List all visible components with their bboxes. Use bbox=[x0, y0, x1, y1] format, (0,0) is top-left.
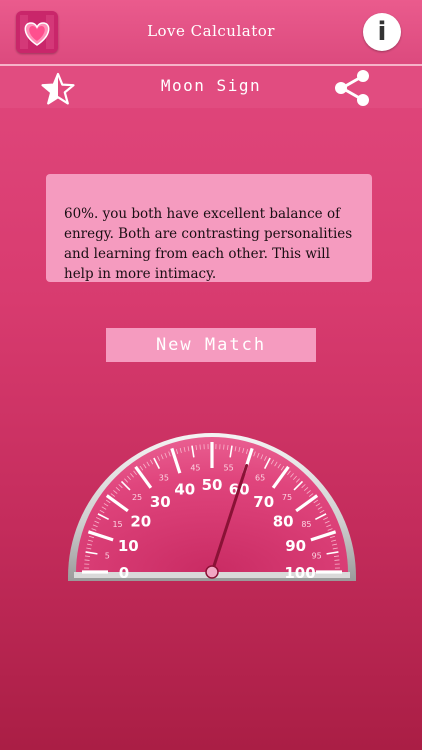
minor-tick-label: 75 bbox=[282, 493, 292, 502]
minor-tick-label: 45 bbox=[190, 463, 200, 472]
minor-tick-label: 15 bbox=[112, 520, 122, 529]
major-tick-label: 30 bbox=[150, 493, 171, 511]
major-tick-label: 0 bbox=[119, 564, 129, 582]
minor-tick-label: 5 bbox=[105, 551, 110, 560]
minor-tick-label: 35 bbox=[159, 474, 169, 483]
info-button[interactable]: i bbox=[363, 13, 401, 51]
major-tick-label: 80 bbox=[273, 512, 294, 530]
page-title: Love Calculator bbox=[147, 22, 275, 40]
major-tick-label: 10 bbox=[118, 537, 139, 555]
result-text: 60%. you both have excellent balance of … bbox=[64, 206, 353, 282]
minor-tick-label: 95 bbox=[312, 551, 322, 560]
minor-tick-label: 25 bbox=[132, 493, 142, 502]
minor-tick-label: 65 bbox=[255, 474, 265, 483]
share-icon[interactable] bbox=[332, 69, 372, 107]
new-match-button[interactable]: New Match bbox=[106, 328, 316, 362]
major-tick-label: 90 bbox=[285, 537, 306, 555]
top-bar: Love Calculator i bbox=[0, 0, 422, 66]
love-meter-gauge: 0102030405060708090100515253545556575859… bbox=[68, 433, 356, 582]
minor-tick-label: 55 bbox=[223, 463, 233, 472]
major-tick-label: 100 bbox=[284, 564, 315, 582]
major-tick-label: 40 bbox=[174, 480, 195, 498]
major-tick-label: 20 bbox=[130, 512, 151, 530]
minor-tick-label: 85 bbox=[301, 520, 311, 529]
sub-header: Moon Sign bbox=[0, 66, 422, 108]
result-card: 60%. you both have excellent balance of … bbox=[46, 174, 372, 282]
major-tick-label: 70 bbox=[253, 493, 274, 511]
major-tick-label: 50 bbox=[202, 476, 223, 494]
gauge-hub bbox=[205, 565, 219, 579]
